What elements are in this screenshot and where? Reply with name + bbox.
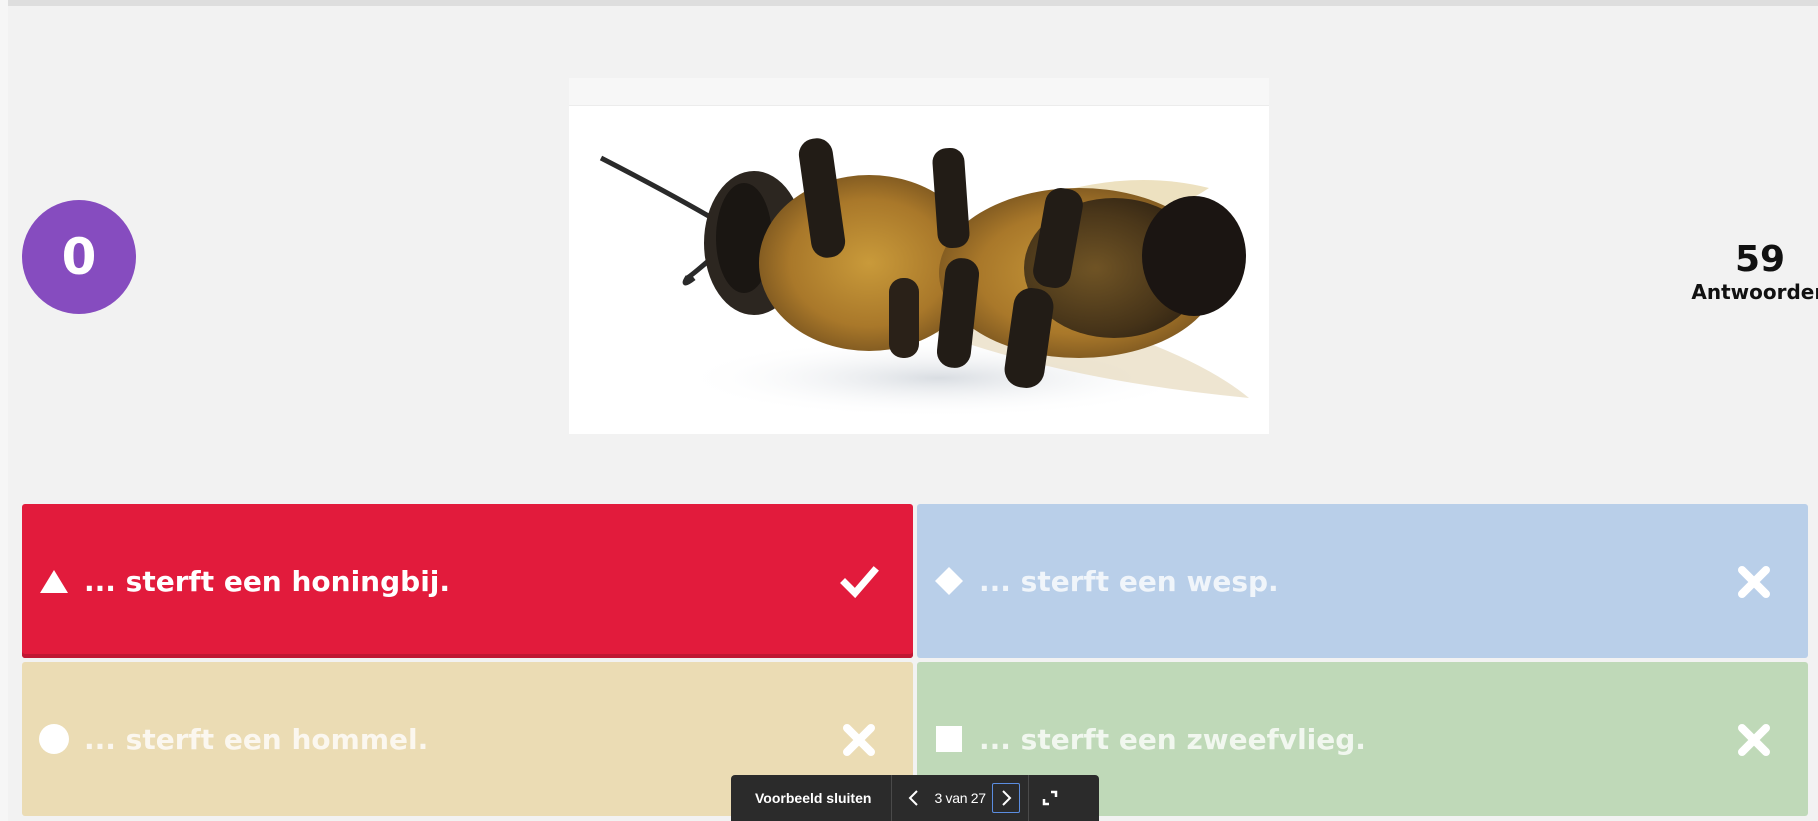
answers-count-label: Antwoorden xyxy=(1691,280,1818,304)
fullscreen-button[interactable] xyxy=(1029,775,1071,821)
answer-option-1[interactable]: ... sterft een honingbij. xyxy=(22,504,913,658)
answer-option-2[interactable]: ... sterft een wesp. xyxy=(917,504,1808,658)
chevron-right-icon xyxy=(1002,790,1012,806)
answer-text: ... sterft een hommel. xyxy=(84,722,429,756)
top-divider xyxy=(0,0,1818,6)
close-preview-button[interactable]: Voorbeeld sluiten xyxy=(731,775,893,821)
next-slide-button[interactable] xyxy=(991,783,1020,813)
slide-navigation: 3 van 27 xyxy=(892,775,1029,821)
cross-icon xyxy=(1738,724,1770,756)
left-edge xyxy=(0,0,8,821)
chevron-left-icon xyxy=(909,790,919,806)
expand-icon xyxy=(1042,790,1057,806)
diamond-icon xyxy=(935,567,963,595)
answers-count: 59 Antwoorden xyxy=(1680,239,1818,305)
question-image xyxy=(569,78,1269,434)
previous-slide-button[interactable] xyxy=(900,783,928,813)
answers-count-value: 59 xyxy=(1734,239,1786,280)
triangle-icon xyxy=(40,570,68,593)
slide-counter: 3 van 27 xyxy=(934,790,986,806)
answer-counter-value: 0 xyxy=(61,228,97,286)
answer-counter-badge: 0 xyxy=(22,200,136,314)
answer-text: ... sterft een honingbij. xyxy=(84,564,451,598)
cross-icon xyxy=(1738,566,1770,598)
square-icon xyxy=(936,726,962,752)
bee-illustration xyxy=(599,138,1249,418)
cross-icon xyxy=(843,724,875,756)
check-icon xyxy=(840,566,879,599)
preview-toolbar: Voorbeeld sluiten 3 van 27 xyxy=(731,775,1099,821)
circle-icon xyxy=(39,724,69,754)
answer-text: ... sterft een wesp. xyxy=(979,564,1279,598)
